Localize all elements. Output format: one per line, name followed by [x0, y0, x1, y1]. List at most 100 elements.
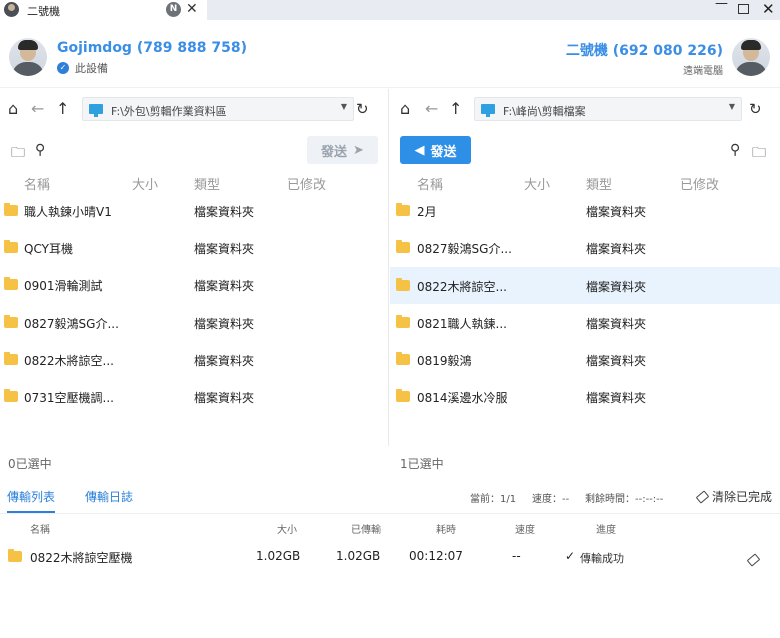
- eraser-icon: [695, 489, 710, 504]
- connection-header: Gojimdog (789 888 758) ✓ 此設備 二號機 (692 08…: [0, 20, 780, 88]
- folder-icon: [4, 389, 18, 402]
- minimize-icon[interactable]: —: [715, 0, 728, 11]
- send-to-local-button[interactable]: ◀ 發送: [400, 136, 471, 164]
- local-path-field[interactable]: F:\外包\剪輯作業資料區 ▼: [82, 97, 354, 121]
- local-nav-bar: ⌂ ← ↑ F:\外包\剪輯作業資料區 ▼ ↻: [0, 96, 388, 122]
- remote-path-field[interactable]: F:\峰尚\剪輯檔案 ▼: [474, 97, 742, 121]
- tab-badge: N: [166, 2, 181, 17]
- tab-title: 二號機: [27, 5, 60, 18]
- col-size[interactable]: 大小: [524, 174, 550, 193]
- send-to-remote-button[interactable]: 發送 ➤: [307, 136, 378, 164]
- col-transferred: 已傳輸: [351, 525, 381, 536]
- col-type[interactable]: 類型: [586, 174, 612, 193]
- status-remaining: 剩餘時間：--:--:--: [585, 494, 664, 505]
- up-arrow-icon[interactable]: ↑: [56, 100, 69, 118]
- send-right-arrow-icon: ➤: [353, 142, 364, 158]
- tab-avatar: [4, 2, 19, 17]
- local-toolbar: 🗀 ⚲ 發送 ➤: [0, 136, 388, 164]
- refresh-icon[interactable]: ↻: [356, 100, 369, 118]
- tab-close-icon[interactable]: ✕: [186, 1, 198, 17]
- new-folder-icon[interactable]: 🗀: [752, 142, 766, 166]
- table-row[interactable]: 0822木將諒空壓機 1.02GB 1.02GB 00:12:07 -- ✓ 傳…: [0, 541, 780, 571]
- remote-column-header: 名稱 大小 類型 已修改: [390, 172, 780, 193]
- col-progress: 進度: [596, 525, 616, 536]
- list-item[interactable]: 0822木將諒空... 檔案資料夾: [0, 341, 388, 378]
- folder-icon: [396, 389, 410, 402]
- remote-device-name: 二號機 (692 080 226): [565, 43, 723, 59]
- remote-avatar: [732, 38, 770, 76]
- list-item[interactable]: 0819毅鴻 檔案資料夾: [390, 341, 780, 378]
- local-device-sub: 此設備: [75, 62, 108, 75]
- tab-transfer-list[interactable]: 傳輸列表: [7, 488, 56, 513]
- local-column-header: 名稱 大小 類型 已修改: [0, 172, 388, 193]
- list-item[interactable]: QCY耳機 檔案資料夾: [0, 229, 388, 266]
- list-item[interactable]: 0901滑輪測試 檔案資料夾: [0, 266, 388, 303]
- send-label: 發送: [321, 144, 348, 160]
- list-item[interactable]: 0827毅鴻SG介... 檔案資料夾: [390, 229, 780, 266]
- list-item[interactable]: 0827毅鴻SG介... 檔案資料夾: [0, 304, 388, 341]
- transfer-elapsed: 00:12:07: [409, 549, 463, 563]
- col-modified[interactable]: 已修改: [287, 174, 326, 193]
- list-item[interactable]: 0821職人執鍊... 檔案資料夾: [390, 304, 780, 341]
- refresh-icon[interactable]: ↻: [749, 100, 762, 118]
- list-item[interactable]: 2月 檔案資料夾: [390, 192, 780, 229]
- remote-path-text: F:\峰尚\剪輯檔案: [503, 105, 586, 118]
- clear-completed-button[interactable]: 清除已完成: [695, 488, 772, 505]
- transfer-size: 1.02GB: [256, 549, 301, 563]
- folder-icon: [8, 549, 22, 562]
- folder-icon: [396, 240, 410, 253]
- local-path-text: F:\外包\剪輯作業資料區: [111, 105, 227, 118]
- send-label: 發送: [430, 144, 457, 160]
- col-modified[interactable]: 已修改: [680, 174, 719, 193]
- success-check-icon: ✓: [565, 549, 576, 563]
- local-file-pane: ⌂ ← ↑ F:\外包\剪輯作業資料區 ▼ ↻ 🗀 ⚲ 發送 ➤ 名稱 大小 類…: [0, 89, 389, 446]
- back-arrow-icon[interactable]: ←: [31, 100, 44, 118]
- tab-transfer-log[interactable]: 傳輸日誌: [85, 488, 133, 505]
- computer-icon: [481, 104, 495, 117]
- send-left-arrow-icon: ◀: [414, 142, 425, 158]
- remote-device-sub: 遠端電腦: [683, 66, 723, 77]
- remote-toolbar: ◀ 發送 ⚲ 🗀: [390, 136, 780, 164]
- close-window-icon[interactable]: ✕: [762, 0, 775, 18]
- transfer-table-header: 名稱 大小 已傳輸 耗時 速度 進度: [0, 514, 780, 540]
- col-name[interactable]: 名稱: [417, 174, 443, 193]
- col-name[interactable]: 名稱: [24, 174, 50, 193]
- list-item[interactable]: 0814溪邊水冷服 檔案資料夾: [390, 378, 780, 415]
- transfer-speed: --: [512, 549, 521, 563]
- maximize-icon[interactable]: [738, 4, 749, 14]
- search-icon[interactable]: ⚲: [730, 142, 740, 158]
- folder-icon: [4, 203, 18, 216]
- col-elapsed: 耗時: [436, 525, 456, 536]
- transfer-transferred: 1.02GB: [336, 549, 381, 563]
- up-arrow-icon[interactable]: ↑: [449, 100, 462, 118]
- list-item[interactable]: 0731空壓機調... 檔案資料夾: [0, 378, 388, 415]
- local-selected-count: 0已選中: [8, 457, 52, 471]
- remote-nav-bar: ⌂ ← ↑ F:\峰尚\剪輯檔案 ▼ ↻: [390, 96, 780, 122]
- local-device-label: ✓ 此設備: [57, 60, 108, 76]
- chevron-down-icon[interactable]: ▼: [341, 102, 347, 111]
- session-tab[interactable]: 二號機 N ✕: [0, 0, 207, 20]
- back-arrow-icon[interactable]: ←: [425, 100, 438, 118]
- folder-icon: [396, 352, 410, 365]
- col-name: 名稱: [30, 525, 50, 536]
- col-size[interactable]: 大小: [132, 174, 158, 193]
- search-icon[interactable]: ⚲: [35, 142, 45, 158]
- status-speed: 速度：--: [532, 494, 570, 505]
- list-item-selected[interactable]: 0822木將諒空... 檔案資料夾: [390, 267, 780, 304]
- folder-icon: [4, 315, 18, 328]
- computer-icon: [89, 104, 103, 117]
- chevron-down-icon[interactable]: ▼: [729, 102, 735, 111]
- remote-file-pane: ⌂ ← ↑ F:\峰尚\剪輯檔案 ▼ ↻ ◀ 發送 ⚲ 🗀 名稱 大小 類型 已…: [390, 89, 780, 446]
- folder-icon: [4, 240, 18, 253]
- local-device-name: Gojimdog (789 888 758): [57, 40, 248, 56]
- home-icon[interactable]: ⌂: [8, 100, 18, 118]
- col-type[interactable]: 類型: [194, 174, 220, 193]
- col-speed: 速度: [515, 525, 535, 536]
- title-bar: 二號機 N ✕ — ✕: [0, 0, 780, 20]
- transfer-name: 0822木將諒空壓機: [30, 551, 133, 565]
- new-folder-icon[interactable]: 🗀: [11, 142, 25, 166]
- home-icon[interactable]: ⌂: [400, 100, 410, 118]
- list-item[interactable]: 職人執鍊小晴V1 檔案資料夾: [0, 192, 388, 229]
- col-size: 大小: [277, 525, 297, 536]
- transfer-tabs-bar: 傳輸列表 傳輸日誌 當前：1/1 速度：-- 剩餘時間：--:--:-- 清除已…: [0, 478, 780, 514]
